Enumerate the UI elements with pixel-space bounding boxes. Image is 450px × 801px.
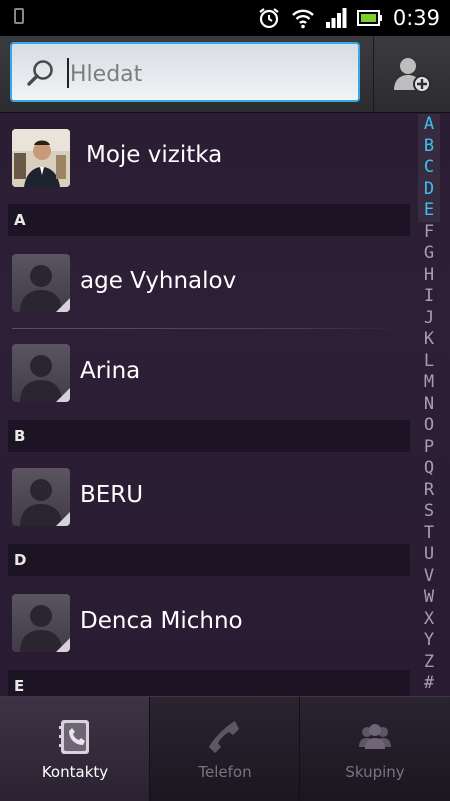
sim-card-icon [14, 8, 24, 24]
section-header-b: B [8, 420, 410, 452]
index-letter[interactable]: Z [424, 652, 434, 674]
index-letter[interactable]: Q [424, 458, 434, 480]
tab-kontakty[interactable]: Kontakty [0, 697, 150, 801]
tab-skupiny[interactable]: Skupiny [300, 697, 450, 801]
default-avatar-icon [12, 594, 70, 652]
index-letter[interactable]: U [424, 544, 434, 566]
default-avatar-icon [12, 344, 70, 402]
index-letter[interactable]: V [424, 566, 434, 588]
section-letter: D [14, 551, 27, 569]
alarm-icon [259, 8, 279, 29]
contact-name: Arina [80, 358, 141, 384]
index-letter[interactable]: W [424, 587, 434, 609]
index-letter[interactable]: L [424, 351, 434, 373]
index-letter[interactable]: A [424, 114, 434, 136]
contact-name: BERU [80, 482, 144, 508]
alphabet-index[interactable]: A B C D E F G H I J K L M N O P Q R S T U V W X Y Z # [418, 114, 440, 695]
contact-name: Denca Michno [80, 608, 243, 634]
index-letter[interactable]: # [424, 673, 434, 695]
section-letter: B [14, 427, 26, 445]
bottom-tab-bar: Kontakty Telefon Skupiny [0, 696, 450, 801]
my-card-label: Moje vizitka [86, 142, 223, 168]
my-card-row[interactable]: Moje vizitka [0, 112, 412, 204]
index-letter[interactable]: T [424, 523, 434, 545]
search-input[interactable] [68, 54, 352, 94]
clock: 0:39 [392, 6, 440, 30]
index-letter[interactable]: K [424, 329, 434, 351]
search-bar [0, 36, 450, 113]
search-field[interactable] [10, 42, 360, 102]
index-letter[interactable]: O [424, 415, 434, 437]
group-icon [359, 724, 391, 749]
tab-label: Skupiny [345, 763, 405, 781]
contacts-book-icon [59, 720, 89, 754]
contact-name: age Vyhnalov [80, 268, 237, 294]
section-header-a: A [8, 204, 410, 236]
search-icon [27, 60, 53, 86]
index-letter[interactable]: C [424, 157, 434, 179]
index-letter[interactable]: D [424, 179, 434, 201]
index-letter[interactable]: S [424, 501, 434, 523]
section-letter: A [14, 211, 26, 229]
tab-telefon[interactable]: Telefon [150, 697, 300, 801]
section-letter: E [14, 677, 25, 695]
wifi-icon [291, 9, 314, 29]
index-letter[interactable]: F [424, 222, 434, 244]
index-letter[interactable]: M [424, 372, 434, 394]
contact-row[interactable]: Denca Michno [0, 580, 412, 670]
battery-icon [356, 10, 382, 26]
my-card-photo [12, 129, 70, 187]
contact-row[interactable]: BERU [0, 454, 412, 544]
contact-row[interactable]: Arina [0, 330, 412, 420]
index-letter[interactable]: X [424, 609, 434, 631]
add-contact-icon [394, 58, 431, 93]
index-letter[interactable]: J [424, 308, 434, 330]
index-letter[interactable]: G [424, 243, 434, 265]
signal-icon [325, 8, 347, 28]
list-divider [12, 328, 404, 329]
index-letter[interactable]: I [424, 286, 434, 308]
index-letter[interactable]: B [424, 136, 434, 158]
status-bar: 0:39 [0, 0, 450, 36]
default-avatar-icon [12, 254, 70, 312]
index-letter[interactable]: Y [424, 630, 434, 652]
tab-label: Telefon [198, 763, 252, 781]
phone-handset-icon [209, 721, 239, 753]
add-contact-button[interactable] [373, 36, 450, 112]
tab-label: Kontakty [41, 763, 109, 781]
index-letter[interactable]: E [424, 200, 434, 222]
section-header-d: D [8, 544, 410, 576]
section-header-e: E [8, 670, 410, 696]
index-letter[interactable]: H [424, 265, 434, 287]
index-letter[interactable]: P [424, 437, 434, 459]
contact-list[interactable]: Moje vizitka A age Vyhnalov Arina B BERU… [0, 112, 412, 696]
index-letter[interactable]: R [424, 480, 434, 502]
default-avatar-icon [12, 468, 70, 526]
index-letter[interactable]: N [424, 394, 434, 416]
contact-row[interactable]: age Vyhnalov [0, 240, 412, 330]
